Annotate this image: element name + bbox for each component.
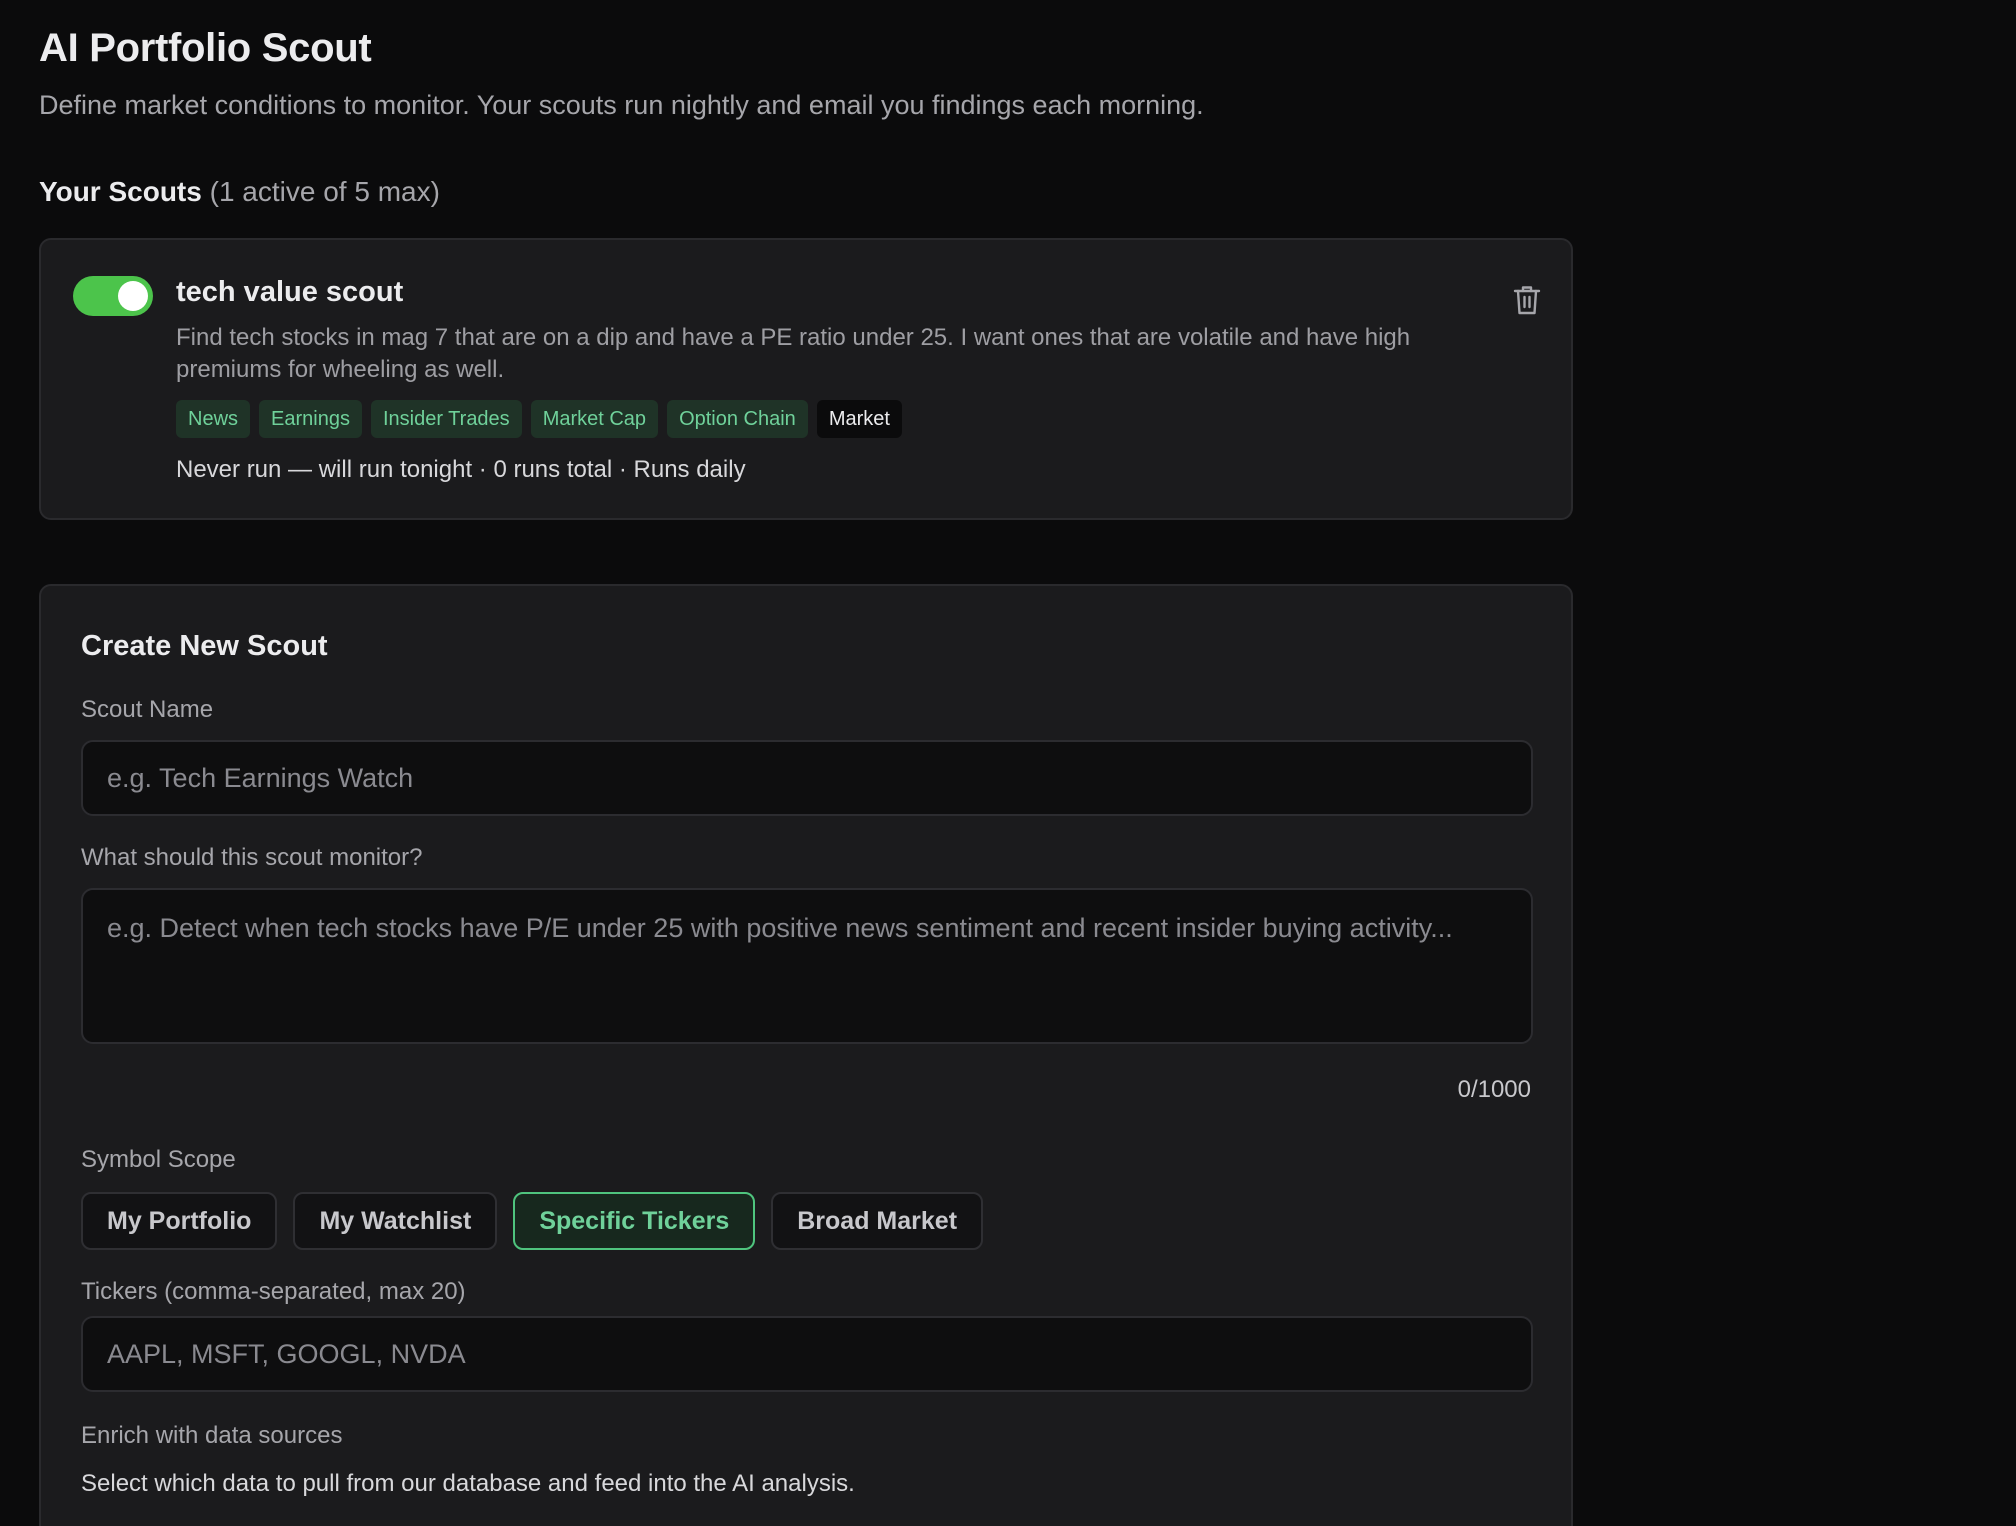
- scout-name: tech value scout: [176, 276, 404, 308]
- tickers-label: Tickers (comma-separated, max 20): [81, 1278, 466, 1305]
- tickers-input[interactable]: [81, 1316, 1533, 1392]
- scouts-section-heading: Your Scouts (1 active of 5 max): [39, 176, 440, 208]
- page-title: AI Portfolio Scout: [39, 26, 372, 70]
- tag-option-chain: Option Chain: [667, 400, 808, 438]
- symbol-scope-label: Symbol Scope: [81, 1146, 236, 1173]
- monitor-label: What should this scout monitor?: [81, 844, 423, 871]
- scope-broad-market-button[interactable]: Broad Market: [771, 1192, 984, 1250]
- scout-enabled-toggle[interactable]: [73, 276, 153, 316]
- scout-card: tech value scout Find tech stocks in mag…: [39, 238, 1573, 520]
- toggle-knob: [118, 281, 148, 311]
- tag-insider-trades: Insider Trades: [370, 400, 522, 438]
- trash-icon[interactable]: [1513, 284, 1541, 316]
- tag-news: News: [176, 400, 251, 438]
- scouts-heading-label: Your Scouts: [39, 176, 202, 207]
- scout-name-label: Scout Name: [81, 696, 214, 723]
- create-scout-title: Create New Scout: [81, 630, 328, 662]
- symbol-scope-options: My Portfolio My Watchlist Specific Ticke…: [81, 1192, 984, 1250]
- enrich-label: Enrich with data sources: [81, 1422, 343, 1449]
- monitor-description-textarea[interactable]: [81, 888, 1533, 1044]
- create-scout-form: Create New Scout Scout Name What should …: [39, 584, 1573, 1526]
- tag-earnings: Earnings: [259, 400, 362, 438]
- tag-market: Market: [816, 400, 902, 438]
- character-counter: 0/1000: [1457, 1076, 1531, 1103]
- scout-name-input[interactable]: [81, 740, 1533, 816]
- scouts-count: (1 active of 5 max): [209, 176, 440, 207]
- scout-description: Find tech stocks in mag 7 that are on a …: [176, 324, 1411, 383]
- scope-specific-tickers-button[interactable]: Specific Tickers: [513, 1192, 756, 1250]
- scout-run-status: Never run — will run tonight · 0 runs to…: [176, 456, 746, 483]
- scout-data-source-tags: News Earnings Insider Trades Market Cap …: [176, 400, 902, 438]
- page: AI Portfolio Scout Define market conditi…: [0, 0, 2016, 1526]
- tag-market-cap: Market Cap: [530, 400, 659, 438]
- page-subtitle: Define market conditions to monitor. You…: [39, 90, 1204, 120]
- enrich-help-text: Select which data to pull from our datab…: [81, 1470, 855, 1497]
- scope-my-portfolio-button[interactable]: My Portfolio: [81, 1192, 278, 1250]
- scope-my-watchlist-button[interactable]: My Watchlist: [293, 1192, 498, 1250]
